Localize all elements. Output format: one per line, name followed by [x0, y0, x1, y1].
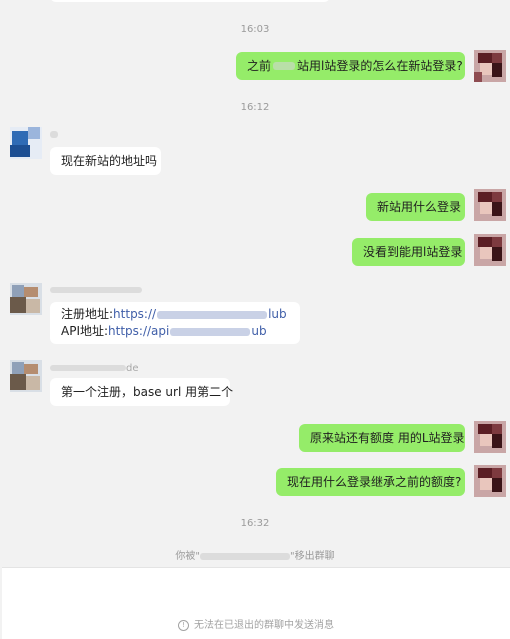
timestamp: 16:12: [240, 102, 270, 113]
redacted-text: [50, 365, 126, 371]
timestamp: 16:32: [240, 518, 270, 529]
avatar-contact[interactable]: [10, 283, 42, 315]
message-text: 现在用什么登录继承之前的额度?: [287, 474, 462, 489]
message-composer: ! 无法在已退出的群聊中发送消息: [2, 567, 510, 639]
system-notice: 你被" "移出群聊: [175, 551, 335, 562]
message-bubble-outgoing[interactable]: 现在用什么登录继承之前的额度?: [276, 468, 465, 496]
info-icon: !: [178, 619, 189, 631]
message-bubble-outgoing[interactable]: 之前 站用l站登录的怎么在新站登录?: [236, 52, 465, 80]
sender-name: [50, 285, 142, 296]
redacted-text: [200, 552, 290, 560]
sender-name: de: [50, 363, 139, 374]
message-text: 没看到能用l站登录: [363, 244, 463, 259]
message-bubble-incoming[interactable]: 第一个注册，base url 用第二个: [50, 378, 234, 406]
previous-message-bubble: [50, 0, 330, 2]
redacted-text: [50, 287, 142, 293]
api-link[interactable]: https://api ub: [108, 324, 267, 338]
redacted-text: [273, 62, 296, 70]
avatar-self[interactable]: [474, 189, 506, 221]
avatar-self[interactable]: [474, 50, 506, 82]
message-bubble-outgoing[interactable]: 新站用什么登录: [366, 193, 465, 221]
avatar-self[interactable]: [474, 465, 506, 497]
message-bubble-incoming[interactable]: 现在新站的地址吗: [50, 147, 161, 175]
chat-area[interactable]: 16:03 之前 站用l站登录的怎么在新站登录? 16:12 现在新站的地址吗 新…: [0, 0, 510, 567]
message-text: 原来站还有额度 用的L站登录: [310, 430, 465, 445]
sender-name: [50, 129, 58, 140]
message-text: 第一个注册，base url 用第二个: [61, 384, 234, 399]
avatar-self[interactable]: [474, 421, 506, 453]
avatar-self[interactable]: [474, 234, 506, 266]
message-text: 之前 站用l站登录的怎么在新站登录?: [247, 58, 463, 73]
redacted-text: [157, 310, 268, 319]
register-link[interactable]: https://lub: [113, 307, 287, 321]
message-line: 注册地址:https://lub: [61, 307, 287, 321]
avatar-contact[interactable]: [10, 127, 42, 159]
message-text: 现在新站的地址吗: [61, 153, 158, 168]
avatar-contact[interactable]: [10, 360, 42, 392]
message-bubble-incoming[interactable]: 注册地址:https://lub API地址:https://api ub: [50, 302, 300, 344]
redacted-text: [170, 327, 251, 336]
message-line: API地址:https://api ub: [61, 324, 267, 338]
composer-disabled-notice: ! 无法在已退出的群聊中发送消息: [2, 616, 510, 631]
message-text: 新站用什么登录: [377, 199, 462, 214]
redacted-text: [50, 130, 58, 138]
message-bubble-outgoing[interactable]: 原来站还有额度 用的L站登录: [299, 424, 465, 452]
timestamp: 16:03: [240, 24, 270, 35]
message-bubble-outgoing[interactable]: 没看到能用l站登录: [352, 238, 465, 266]
